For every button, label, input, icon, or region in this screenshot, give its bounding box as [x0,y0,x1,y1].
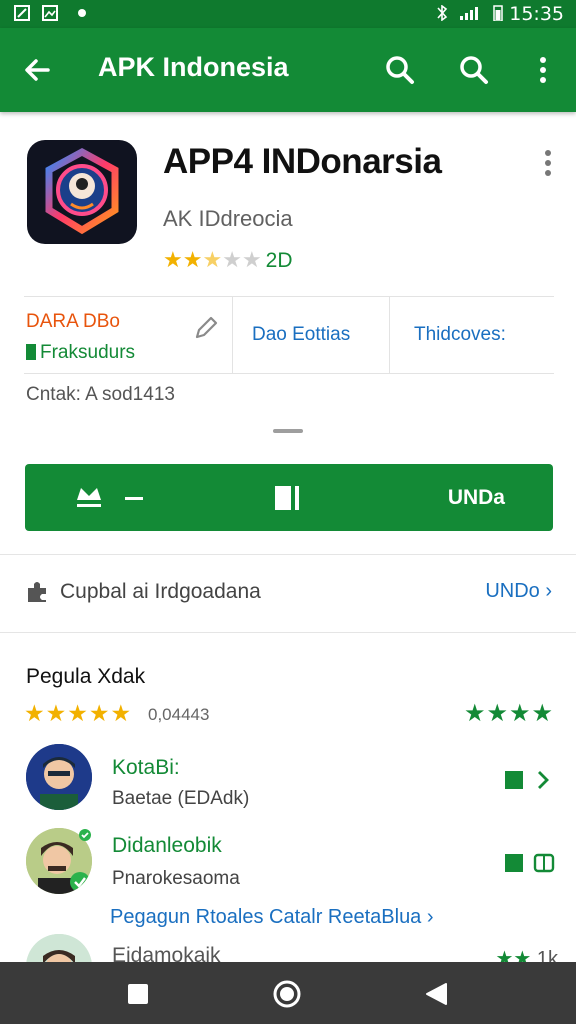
bluetooth-icon [437,5,448,21]
divider [0,554,576,555]
star-half-icon: ★ [202,247,223,272]
dash-separator [125,497,143,500]
app-developer[interactable]: AK IDdreocia [163,206,293,232]
install-bar[interactable]: UNDa [25,464,553,531]
navigation-bar [0,962,576,1024]
info-label-orange: DARA DBo [26,311,120,332]
back-arrow-icon[interactable] [18,50,58,90]
app-overflow-menu-icon[interactable] [536,148,560,180]
back-icon[interactable] [424,981,450,1007]
divider [389,297,390,373]
signal-icon [460,7,478,20]
app-bar: APK Indonesia [0,28,576,112]
edit-pencil-icon[interactable] [192,314,220,342]
more-reviews-link[interactable]: Pegagun Rtoales Catalr ReetaBlua › [110,906,434,929]
star-empty-icon: ★ [241,247,262,272]
app-bar-title: APK Indonesia [98,52,289,82]
drag-handle[interactable] [273,429,303,433]
star-icon: ★ [182,247,203,272]
status-square-icon [505,771,523,789]
puzzle-icon [28,582,46,602]
status-square-icon [505,854,523,872]
tab-details[interactable]: Dao Eottias [252,324,350,346]
divider [232,297,233,373]
review-name[interactable]: Didanleobik [112,834,222,858]
reviews-stars-green: ★★★★ [463,700,554,727]
notification-dot-icon [78,9,86,17]
recent-apps-icon[interactable] [126,982,150,1006]
review-name[interactable]: KotaBi: [112,756,180,780]
battery-icon [493,5,503,21]
app-rating: ★★★★★ 2D [163,247,293,273]
search-icon[interactable] [380,50,420,90]
review-sub: Pnarokesaoma [112,868,240,889]
search-icon-secondary[interactable] [454,50,494,90]
app-title: APP4 INDonarsia [163,142,442,181]
review-sub: Baetae (EDAdk) [112,788,250,809]
install-label: UNDa [447,486,505,509]
category-text: Cupbal ai Irdgoadana [60,580,261,603]
star-icon: ★ [163,247,183,272]
home-icon[interactable] [272,979,302,1009]
overflow-menu-icon[interactable] [523,50,563,90]
chevron-right-icon[interactable] [535,768,551,792]
reviews-count: 0,04443 [148,705,210,724]
toggle-icon[interactable] [533,852,555,874]
chevron-right-icon: › [426,906,434,928]
status-bar: 15:35 [0,0,576,28]
info-label-green: Fraksudurs [26,342,135,364]
verified-icon [79,829,91,841]
crown-download-icon [77,488,101,507]
tab-reviews[interactable]: Thidcoves: [414,324,506,346]
screenshot-icon [14,5,30,21]
avatar[interactable] [26,744,92,810]
chevron-right-icon: › [545,580,552,602]
divider [0,632,576,633]
rating-count: 2D [265,249,293,272]
app-icon[interactable] [27,140,137,244]
category-link[interactable]: UNDo › [485,580,552,603]
flag-icon [26,344,36,360]
document-icon [275,486,299,510]
reviews-heading: Pegula Xdak [26,665,146,688]
star-empty-icon: ★ [222,247,242,272]
contact-text: Cntak: A sod1413 [26,384,175,405]
reviews-stars: ★★★★★ [24,700,133,726]
status-time: 15:35 [509,3,564,25]
image-icon [42,5,58,21]
